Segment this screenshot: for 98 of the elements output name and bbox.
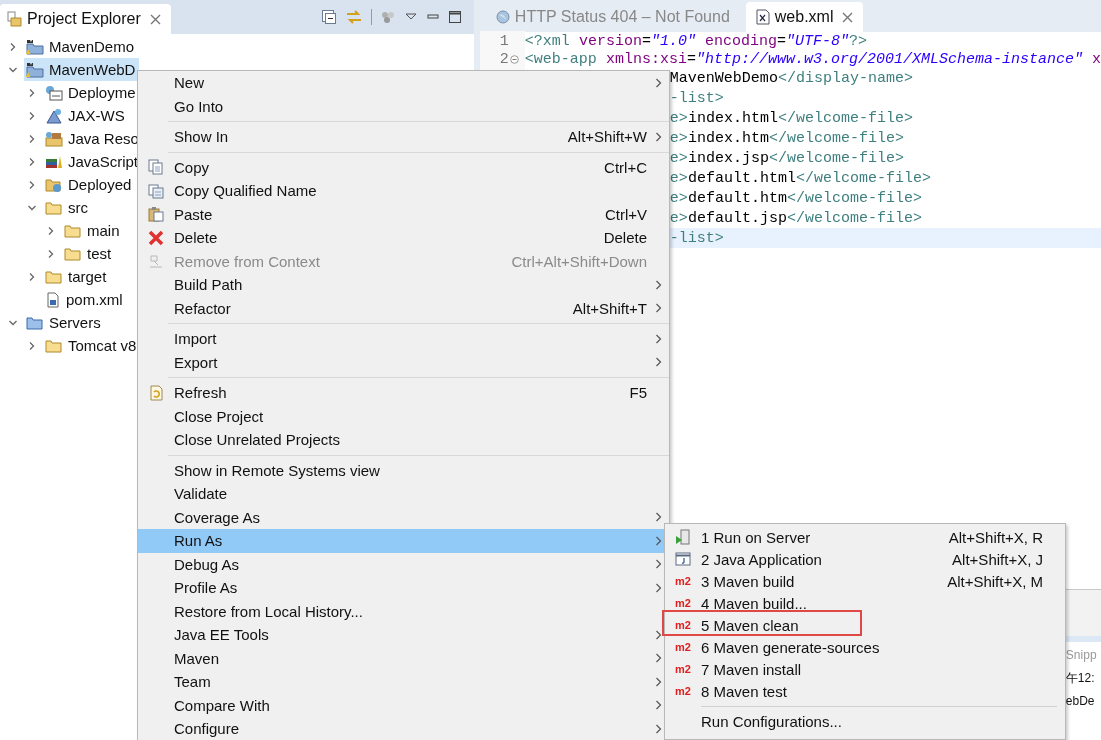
menu-item[interactable]: Close Project	[138, 404, 669, 428]
maximize-icon[interactable]	[447, 10, 462, 24]
view-menu-icon[interactable]	[403, 12, 418, 22]
console-text: ebDe	[1065, 693, 1095, 710]
tree-item[interactable]: Deployed	[43, 173, 136, 196]
menu-item[interactable]: m2 3 Maven build Alt+Shift+X, M	[665, 570, 1065, 592]
code-line: <web-app xmlns:xsi="http://www.w3.org/2001/XMLSchema-instance" x	[524, 50, 1101, 68]
menu-item[interactable]: Build Path	[138, 273, 669, 297]
close-icon[interactable]	[149, 13, 161, 25]
delete-icon	[148, 229, 164, 246]
chevron-icon[interactable]	[27, 340, 37, 351]
chevron-icon[interactable]	[46, 225, 56, 236]
tree-item[interactable]: Servers	[24, 311, 105, 334]
tree-item[interactable]: MavenWebD	[24, 58, 140, 81]
folder-icon	[6, 11, 22, 27]
maven-icon: m2	[675, 597, 691, 609]
window-icon	[675, 551, 691, 567]
tree-item[interactable]: JAX-WS	[43, 104, 129, 127]
menu-item[interactable]: Show In Alt+Shift+W	[138, 125, 669, 149]
menu-item[interactable]: Refactor Alt+Shift+T	[138, 296, 669, 320]
menu-item[interactable]: Export	[138, 350, 669, 374]
folder-globe-icon	[45, 176, 63, 193]
menu-item[interactable]: m2 5 Maven clean	[665, 614, 1065, 636]
xml-file-icon	[755, 9, 770, 25]
line-number: 1	[499, 32, 509, 50]
console-text: 午12:	[1065, 670, 1095, 687]
chevron-icon[interactable]	[27, 110, 37, 121]
menu-item[interactable]: Copy Qualified Name	[138, 179, 669, 203]
menu-item[interactable]: Coverage As	[138, 505, 669, 529]
clipboard-icon	[148, 206, 164, 223]
package-folder-icon	[45, 130, 63, 147]
tree-item[interactable]: MavenDemo	[24, 35, 139, 58]
code-line: e>index.html</welcome-file>	[669, 109, 913, 127]
menu-item[interactable]: Close Unrelated Projects	[138, 428, 669, 452]
descriptor-icon	[45, 84, 63, 101]
folder-icon	[64, 222, 82, 239]
collapse-all-icon[interactable]	[320, 9, 337, 25]
chevron-icon[interactable]	[46, 248, 56, 259]
folder-icon	[26, 314, 44, 331]
project-folder-icon	[26, 38, 44, 55]
remove-icon	[148, 253, 164, 270]
code-line: MavenWebDemo</display-name>	[669, 69, 913, 87]
menu-item[interactable]: Go Into	[138, 94, 669, 118]
project-folder-icon	[26, 61, 44, 78]
chevron-icon[interactable]	[27, 271, 37, 282]
line-number: 2	[499, 50, 509, 68]
code-line: <?xml version="1.0" encoding="UTF-8"?>	[524, 32, 867, 50]
menu-item[interactable]: m2 4 Maven build...	[665, 592, 1065, 614]
tree-item[interactable]: Deployme	[43, 81, 140, 104]
tree-item[interactable]: test	[62, 242, 116, 265]
folder-icon	[45, 268, 63, 285]
file-icon	[45, 291, 61, 308]
chevron-icon[interactable]	[27, 87, 37, 98]
maven-icon: m2	[675, 575, 691, 587]
menu-item[interactable]: m2 7 Maven install	[665, 658, 1065, 680]
code-line: -list>	[669, 89, 724, 107]
server-run-icon	[675, 529, 691, 545]
menu-item[interactable]: Refresh F5	[138, 381, 669, 405]
maven-icon: m2	[675, 641, 691, 653]
code-line: e>index.htm</welcome-file>	[669, 129, 904, 147]
tree-item[interactable]: pom.xml	[43, 288, 127, 311]
code-line: e>default.htm</welcome-file>	[669, 189, 922, 207]
chevron-icon[interactable]	[27, 133, 37, 144]
maven-icon: m2	[675, 619, 691, 631]
code-line: -list>	[669, 229, 724, 247]
folder-icon	[45, 199, 63, 216]
tree-item[interactable]: main	[62, 219, 124, 242]
menu-item[interactable]: Show in Remote Systems view	[138, 458, 669, 482]
editor-tab[interactable]: web.xml	[745, 2, 864, 32]
menu-item[interactable]: Validate	[138, 482, 669, 506]
menu-item[interactable]: Run Configurations...	[665, 710, 1065, 732]
menu-item[interactable]: Import	[138, 327, 669, 351]
refresh-icon	[148, 384, 164, 401]
menu-item[interactable]: m2 6 Maven generate-sources	[665, 636, 1065, 658]
code-line: e>index.jsp</welcome-file>	[669, 149, 904, 167]
menu-item[interactable]: New	[138, 71, 669, 95]
menu-item[interactable]: Paste Ctrl+V	[138, 202, 669, 226]
maven-icon: m2	[675, 685, 691, 697]
minimize-icon[interactable]	[425, 12, 440, 22]
tree-item[interactable]: target	[43, 265, 111, 288]
code-line: e>default.html</welcome-file>	[669, 169, 931, 187]
filter-icon[interactable]	[379, 9, 396, 25]
menu-item[interactable]: m2 8 Maven test	[665, 680, 1065, 702]
menu-item[interactable]: Delete Delete	[138, 226, 669, 250]
tree-item[interactable]: src	[43, 196, 92, 219]
code-line: e>default.jsp</welcome-file>	[669, 209, 922, 227]
fold-icon[interactable]	[509, 54, 519, 64]
tree-item[interactable]: Tomcat v8	[43, 334, 141, 357]
copy-icon	[148, 182, 164, 199]
maven-icon: m2	[675, 663, 691, 675]
chevron-icon[interactable]	[27, 179, 37, 190]
chevron-icon[interactable]	[8, 41, 18, 52]
close-icon[interactable]	[842, 11, 854, 23]
copy-icon	[148, 159, 164, 176]
chevron-icon[interactable]	[27, 156, 37, 167]
folder-icon	[64, 245, 82, 262]
folder-icon	[45, 337, 63, 354]
globe-icon	[495, 10, 510, 24]
